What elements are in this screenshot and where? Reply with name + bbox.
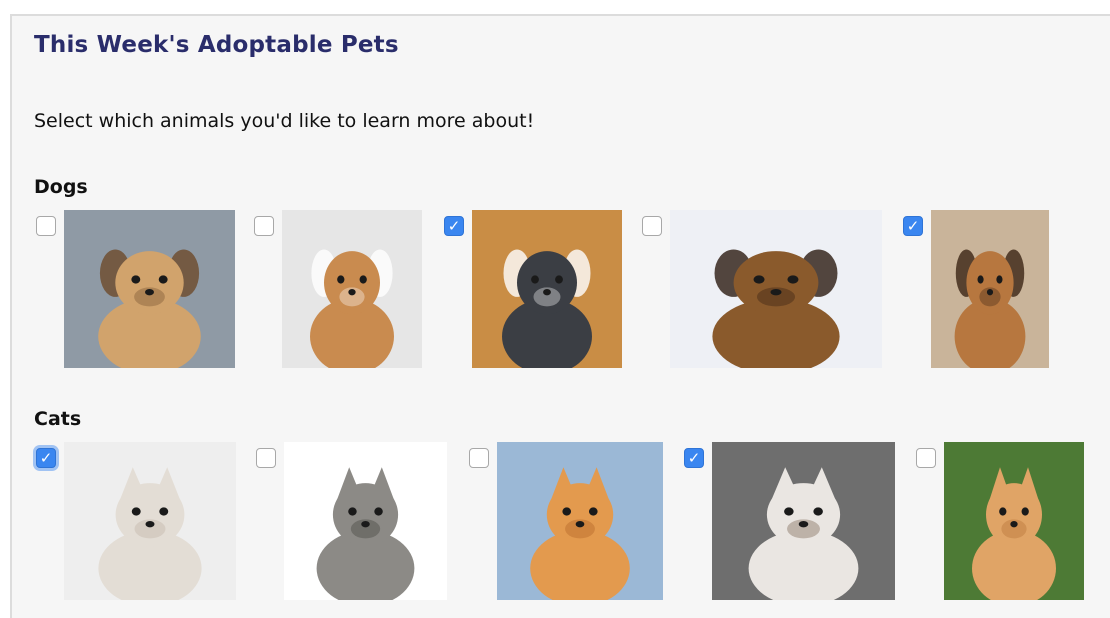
select-tabby-kitten-checkbox[interactable]: ✓ <box>256 448 276 468</box>
select-ginger-kitten-grass-checkbox[interactable]: ✓ <box>916 448 936 468</box>
adoptable-pets-panel: This Week's Adoptable Pets Select which … <box>10 14 1110 618</box>
pomeranian-photo <box>64 210 235 368</box>
select-orange-kitten-checkbox[interactable]: ✓ <box>469 448 489 468</box>
section-label-dogs: Dogs <box>34 176 88 198</box>
husky-puppy-photo <box>472 210 622 368</box>
page-subtitle: Select which animals you'd like to learn… <box>34 110 535 132</box>
page-title: This Week's Adoptable Pets <box>34 32 399 58</box>
checkmark-icon: ✓ <box>39 448 53 467</box>
select-pomeranian-checkbox[interactable]: ✓ <box>36 216 56 236</box>
select-dachshund-puppy-checkbox[interactable]: ✓ <box>903 216 923 236</box>
select-fluffy-white-kitten-checkbox[interactable]: ✓ <box>36 448 56 468</box>
select-ragdoll-cat-checkbox[interactable]: ✓ <box>684 448 704 468</box>
corgi-puppy-photo <box>282 210 422 368</box>
select-beagle-puppy-checkbox[interactable]: ✓ <box>642 216 662 236</box>
select-husky-puppy-checkbox[interactable]: ✓ <box>444 216 464 236</box>
fluffy-white-kitten-photo <box>64 442 236 600</box>
orange-kitten-photo <box>497 442 663 600</box>
ginger-kitten-grass-photo <box>944 442 1084 600</box>
tabby-kitten-photo <box>284 442 447 600</box>
section-label-cats: Cats <box>34 408 82 430</box>
beagle-puppy-photo <box>670 210 882 368</box>
checkmark-icon: ✓ <box>447 216 461 235</box>
ragdoll-cat-photo <box>712 442 895 600</box>
checkmark-icon: ✓ <box>687 448 701 467</box>
checkmark-icon: ✓ <box>906 216 920 235</box>
select-corgi-puppy-checkbox[interactable]: ✓ <box>254 216 274 236</box>
dachshund-puppy-photo <box>931 210 1049 368</box>
